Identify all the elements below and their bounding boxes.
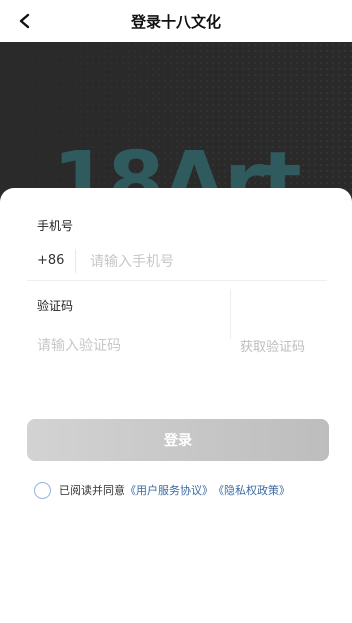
chevron-left-icon bbox=[19, 13, 30, 29]
agreement-row: 已阅读并同意 《用户服务协议》 《隐私权政策》 bbox=[34, 480, 334, 500]
divider bbox=[230, 289, 231, 339]
phone-label: 手机号 bbox=[37, 219, 74, 233]
agreement-text: 已阅读并同意 bbox=[59, 484, 125, 497]
get-code-button[interactable]: 获取验证码 bbox=[240, 336, 305, 355]
code-label: 验证码 bbox=[37, 299, 74, 313]
login-button[interactable]: 登录 bbox=[27, 419, 329, 461]
divider bbox=[27, 280, 327, 281]
privacy-policy-link[interactable]: 《隐私权政策》 bbox=[213, 482, 290, 498]
divider bbox=[75, 249, 76, 273]
agreement-checkbox[interactable] bbox=[34, 481, 51, 499]
user-agreement-link[interactable]: 《用户服务协议》 bbox=[125, 482, 213, 498]
back-button[interactable] bbox=[12, 8, 38, 34]
phone-input[interactable] bbox=[90, 251, 320, 273]
banner-image: 18Art bbox=[0, 42, 352, 212]
code-input[interactable] bbox=[37, 335, 217, 357]
country-code[interactable]: +86 bbox=[37, 253, 64, 268]
page-title: 登录十八文化 bbox=[130, 12, 221, 31]
nav-bar: 登录十八文化 bbox=[0, 0, 352, 42]
